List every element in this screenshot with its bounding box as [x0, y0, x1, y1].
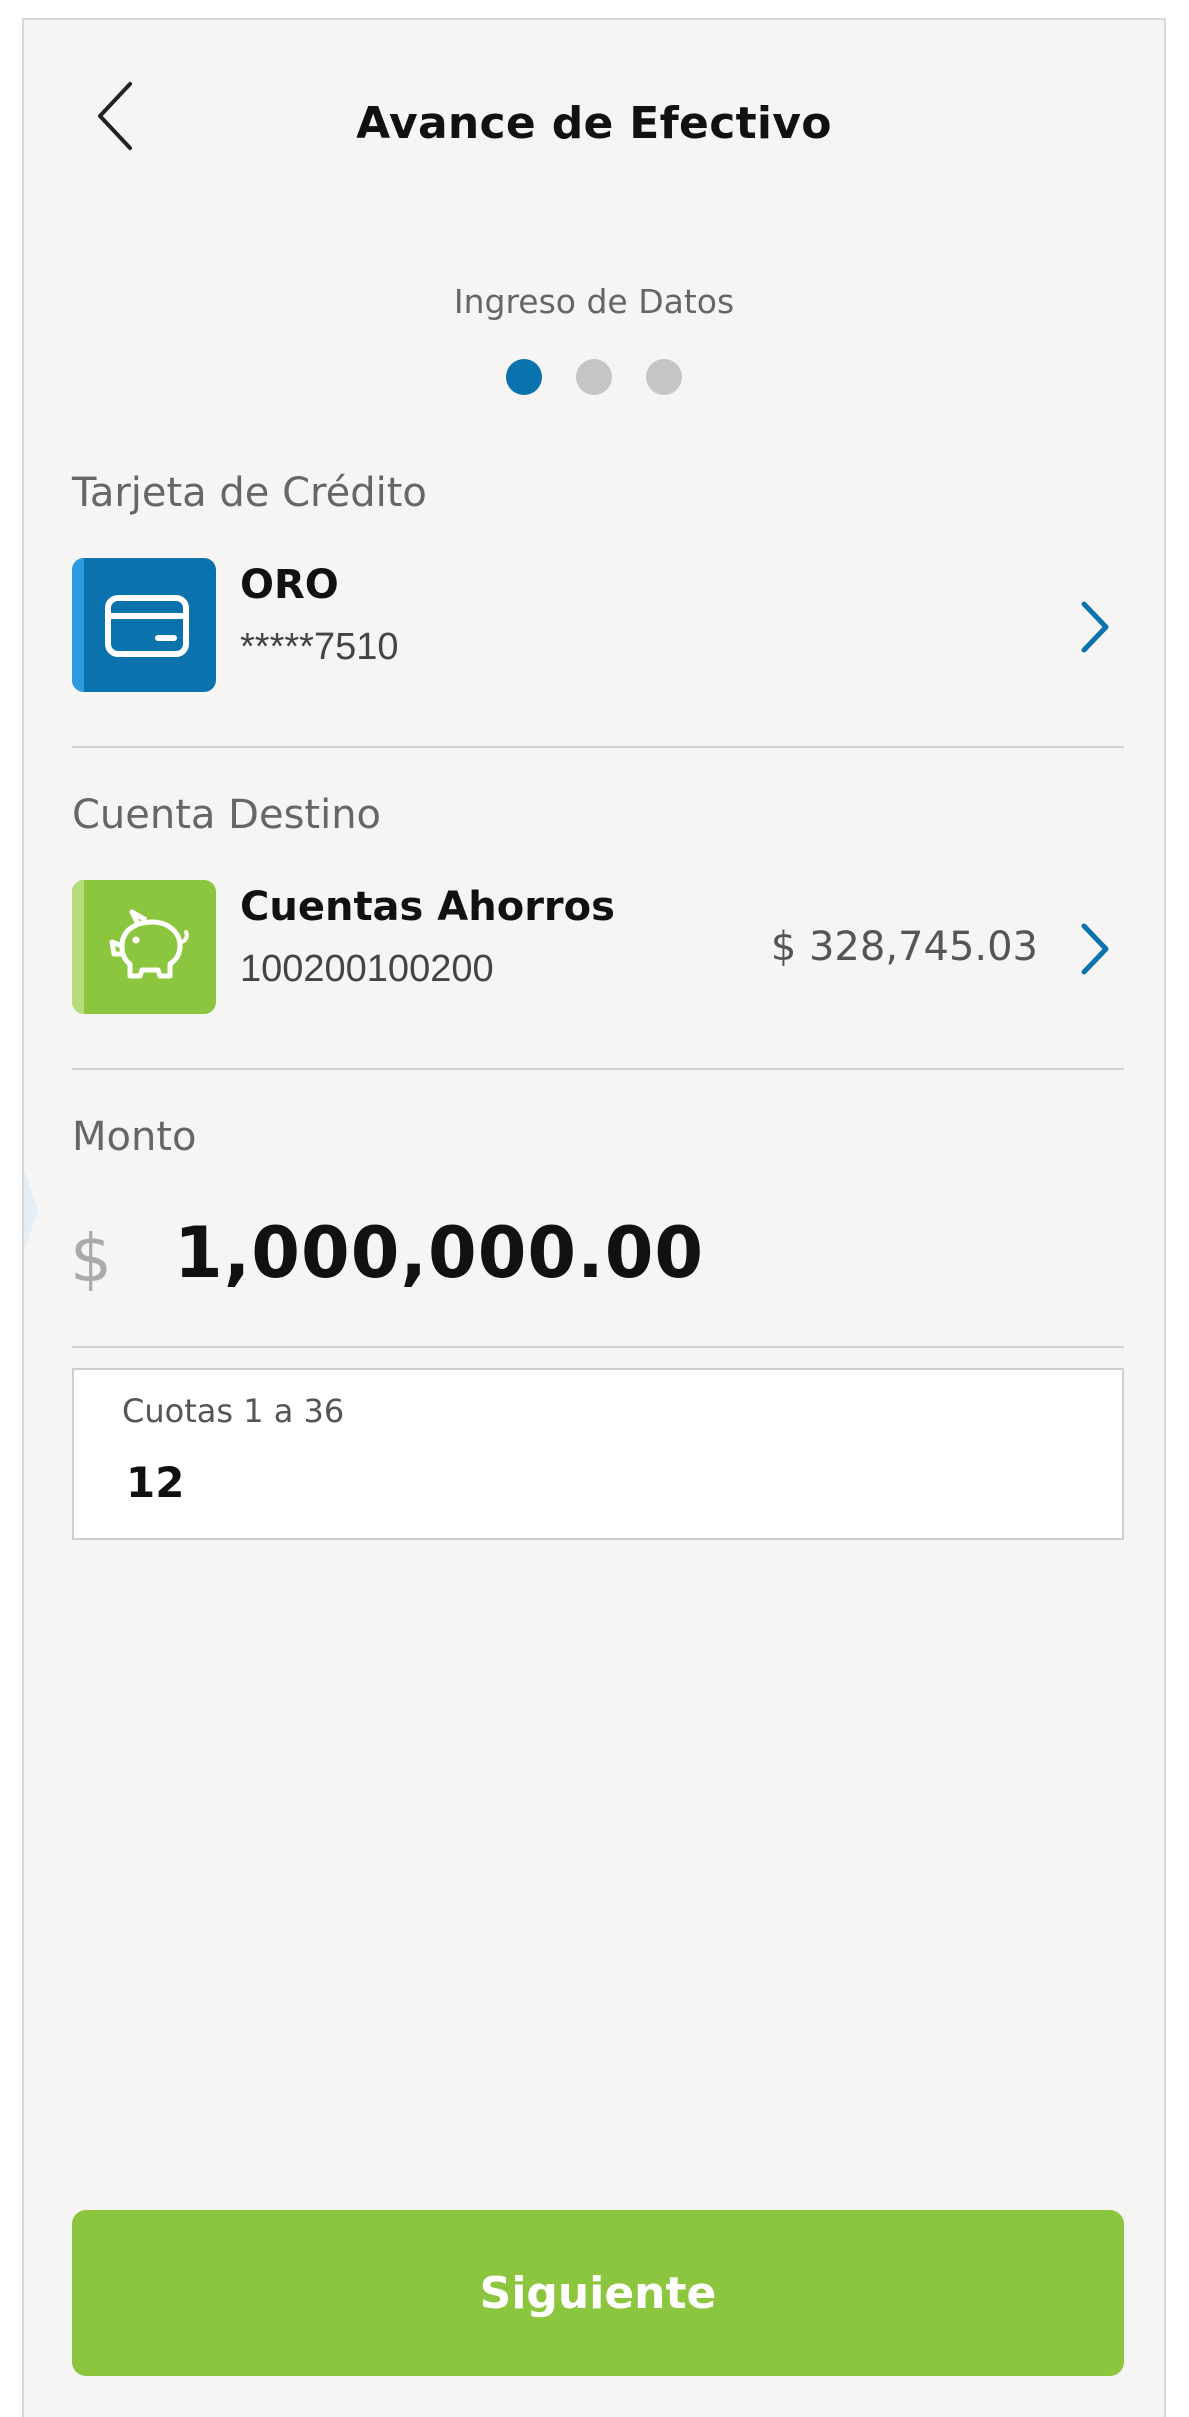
credit-card-icon — [105, 595, 189, 657]
piggy-bank-icon — [109, 909, 189, 979]
tile-strip — [72, 558, 84, 692]
chevron-right-icon — [1081, 601, 1109, 653]
page-title: Avance de Efectivo — [356, 98, 832, 149]
divider — [72, 746, 1124, 748]
step-dot-1 — [506, 359, 542, 395]
step-dot-2 — [576, 359, 612, 395]
account-balance: $ 328,745.03 — [770, 924, 1038, 970]
step-indicator — [24, 359, 1164, 395]
amount-input[interactable]: 1,000,000.00 — [174, 1212, 704, 1294]
installments-input[interactable] — [126, 1458, 1026, 1507]
installments-label: Cuotas 1 a 36 — [122, 1392, 345, 1430]
credit-card-section-label: Tarjeta de Crédito — [72, 470, 427, 516]
tile-strip — [72, 880, 84, 1014]
destination-account-selector[interactable]: Cuentas Ahorros 100200100200 $ 328,745.0… — [72, 880, 1124, 1014]
step-label: Ingreso de Datos — [453, 282, 735, 321]
amount-underline — [72, 1346, 1124, 1348]
installments-field[interactable]: Cuotas 1 a 36 — [72, 1368, 1124, 1540]
currency-symbol: $ — [70, 1220, 112, 1297]
credit-card-tile — [72, 558, 216, 692]
divider — [72, 1068, 1124, 1070]
destination-section-label: Cuenta Destino — [72, 792, 382, 838]
amount-section-label: Monto — [72, 1114, 197, 1160]
account-name: Cuentas Ahorros — [240, 884, 615, 930]
account-number: 100200100200 — [240, 948, 494, 990]
account-tile — [72, 880, 216, 1014]
edge-decoration — [24, 1170, 38, 1250]
step-dot-3 — [646, 359, 682, 395]
next-button[interactable]: Siguiente — [72, 2210, 1124, 2376]
credit-card-name: ORO — [240, 562, 339, 608]
credit-card-number: *****7510 — [240, 626, 399, 668]
screen: Avance de Efectivo Ingreso de Datos Tarj… — [22, 18, 1166, 2417]
chevron-right-icon — [1081, 923, 1109, 975]
credit-card-selector[interactable]: ORO *****7510 — [72, 558, 1124, 692]
